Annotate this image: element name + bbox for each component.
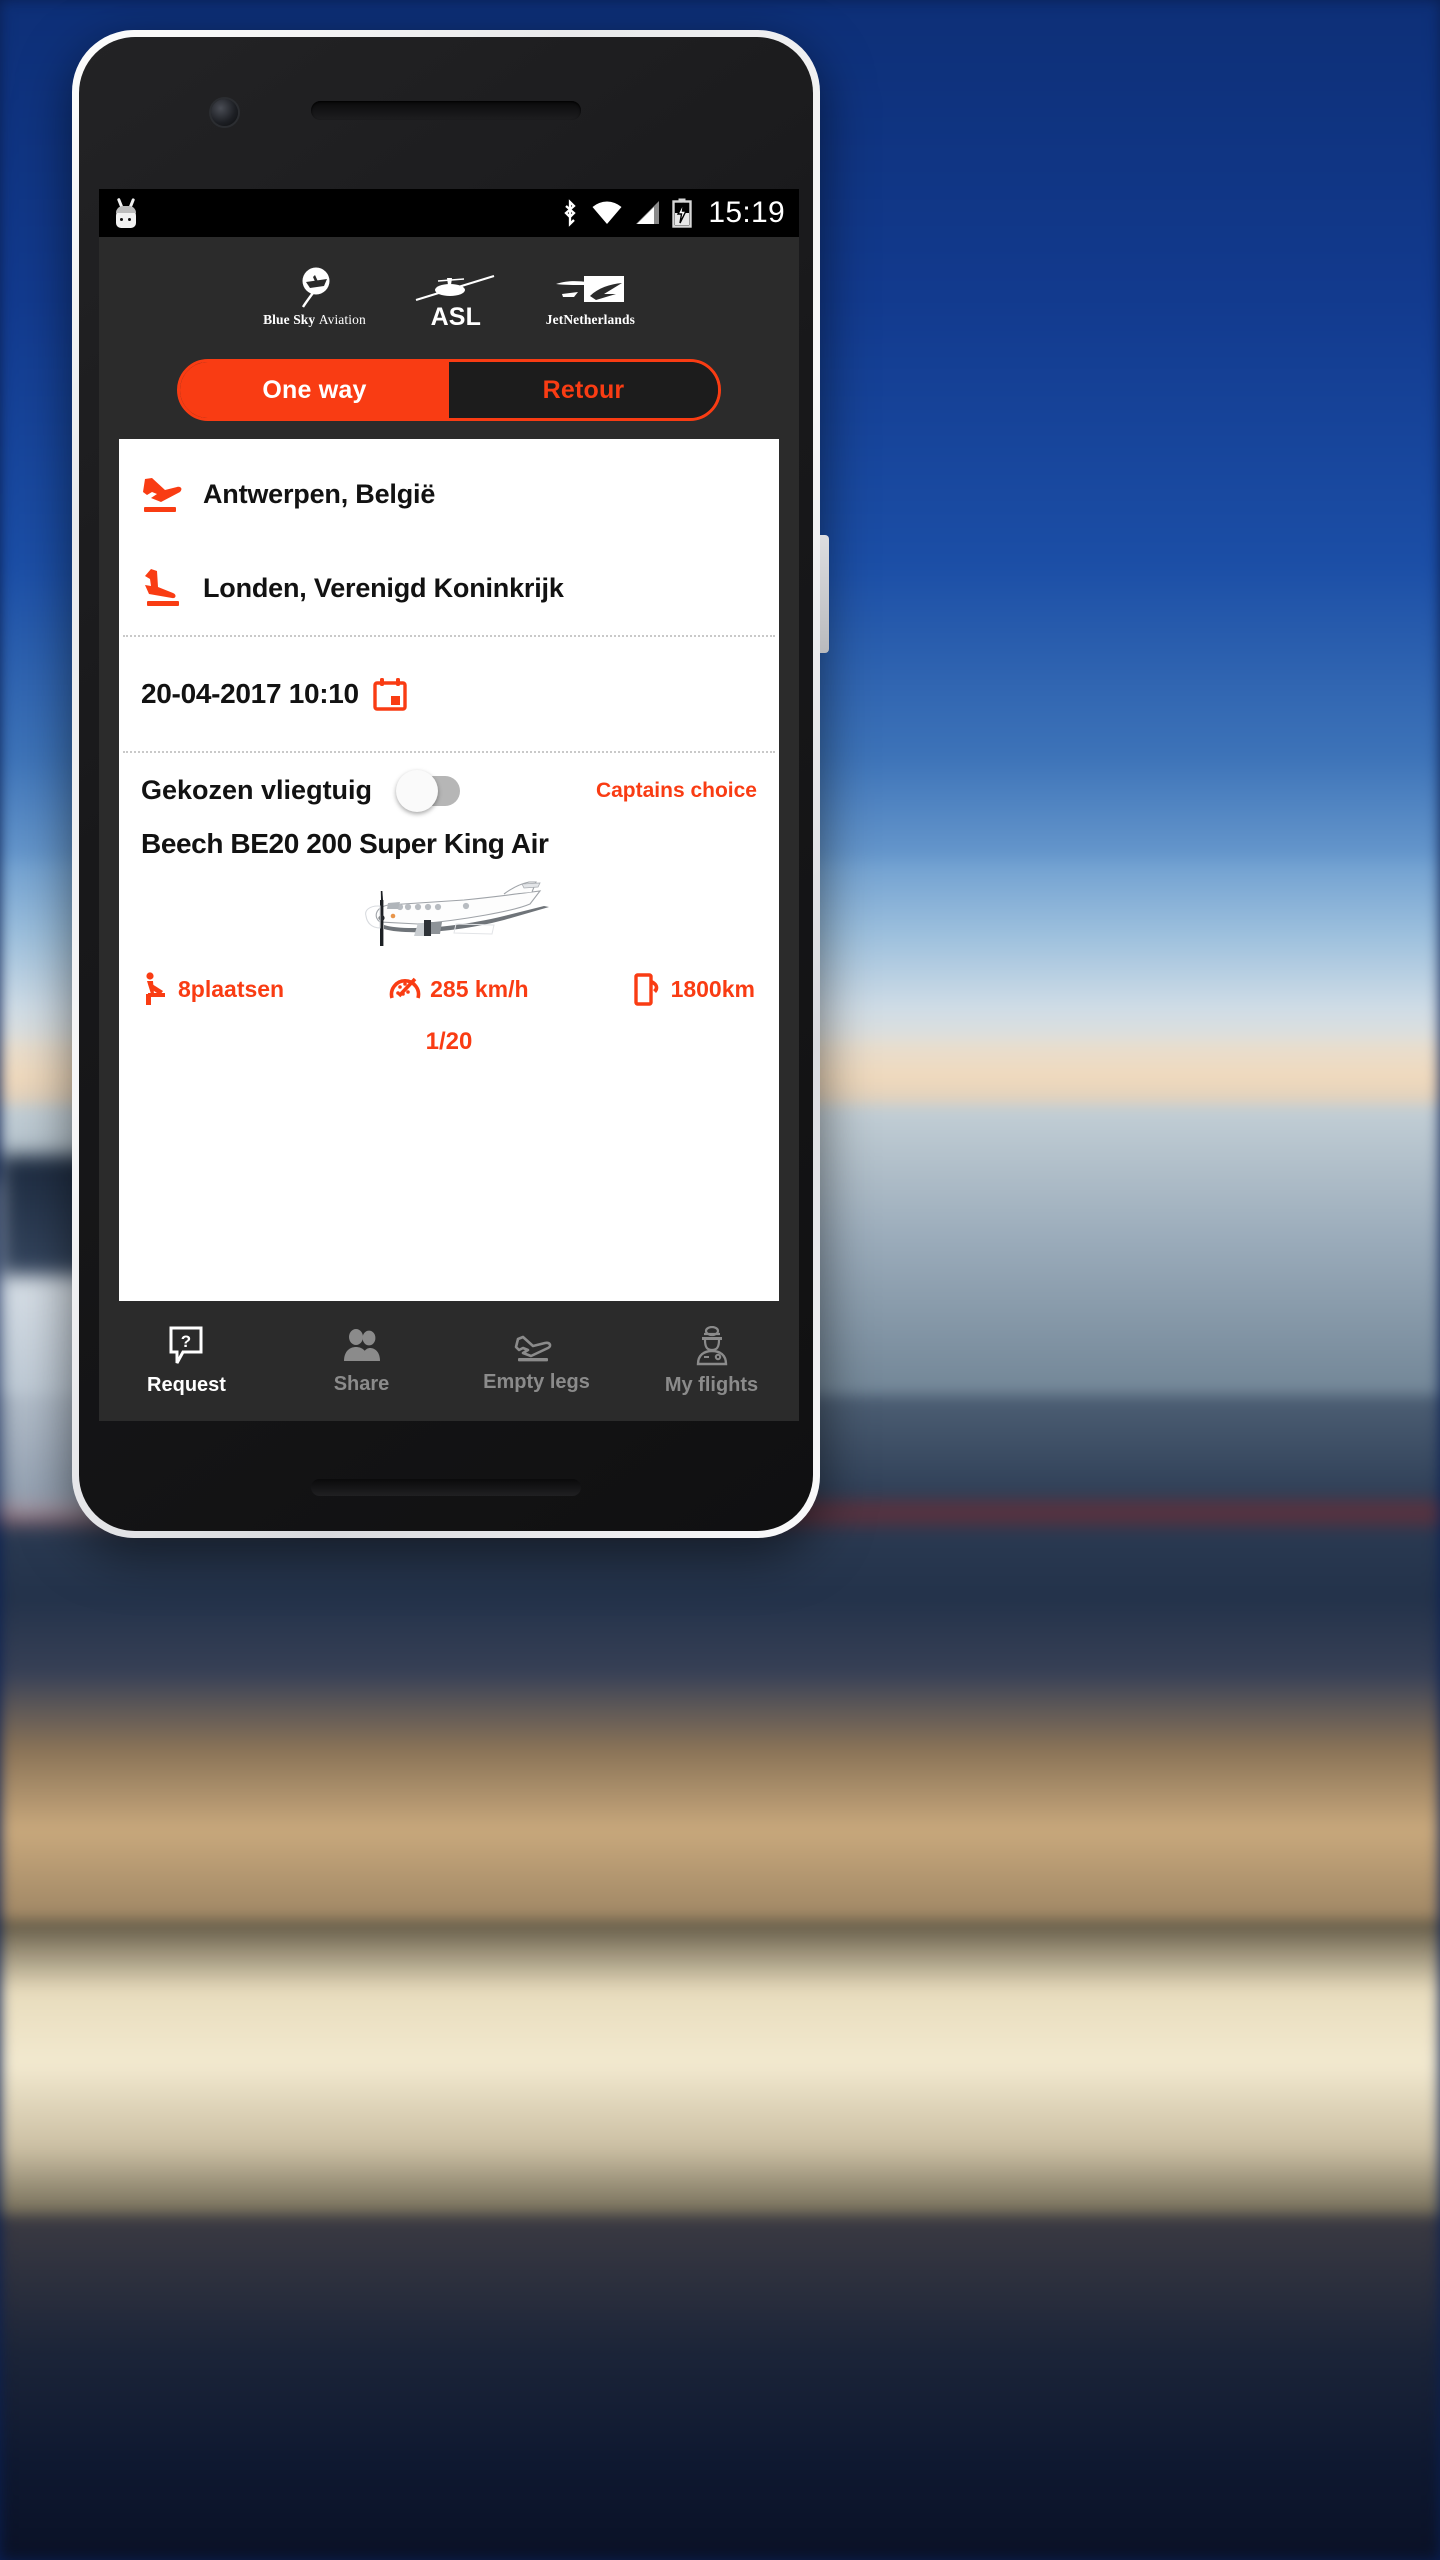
logo-label-jetnetherlands: JetNetherlands [545, 312, 635, 327]
status-clock: 15:19 [708, 196, 785, 229]
trip-type-segmented-control[interactable]: One way Retour [177, 359, 721, 421]
spec-speed: 285 km/h [389, 974, 529, 1004]
turboprop-side-view-icon [365, 881, 549, 946]
departure-value: Antwerpen, België [203, 478, 436, 509]
phone-device: 15:19 Blue Sky Aviation ASL JetNetherlan… [72, 30, 829, 1538]
plane-takeoff-icon [514, 1335, 551, 1361]
captains-choice-label: Captains choice [595, 778, 757, 802]
speedometer-icon [389, 977, 421, 999]
people-icon [343, 1328, 380, 1361]
captains-choice-toggle[interactable] [396, 769, 461, 812]
aircraft-name: Beech BE20 200 Super King Air [141, 828, 549, 859]
spec-range: 1800km [633, 972, 755, 1006]
range-icon [633, 973, 658, 1006]
asl-logo [415, 274, 495, 301]
aircraft-pager: 1/20 [425, 1028, 473, 1055]
wifi-icon [592, 201, 622, 224]
tab-one-way[interactable]: One way [180, 362, 449, 418]
landing-icon [145, 569, 179, 606]
question-bubble-icon: ? [169, 1326, 202, 1364]
chosen-aircraft-label: Gekozen vliegtuig [141, 775, 373, 805]
cell-signal-icon [636, 201, 660, 224]
svg-text:?: ? [180, 1332, 190, 1351]
pilot-icon [696, 1325, 727, 1365]
nav-label-empty-legs: Empty legs [483, 1370, 590, 1393]
date-value: 20-04-2017 10:10 [141, 678, 359, 709]
status-bar: 15:19 [99, 189, 799, 237]
tab-retour[interactable]: Retour [449, 362, 718, 418]
logo-label-asl: ASL [430, 302, 481, 331]
date-row[interactable]: 20-04-2017 10:10 [119, 637, 779, 751]
logo-label-main: Blue Sky [263, 312, 316, 327]
phone-screen: 15:19 Blue Sky Aviation ASL JetNetherlan… [99, 189, 799, 1421]
nav-item-request[interactable]: ? Request [99, 1301, 274, 1421]
earpiece-speaker [311, 101, 581, 120]
aircraft-specs: 8plaatsen 285 km/h 1800km [141, 972, 757, 1006]
logo-label-sub: Aviation [318, 312, 366, 327]
toggle-knob [396, 769, 439, 812]
bottom-navigation: ? Request Share Empty legs My flights [99, 1301, 799, 1421]
spec-seats: 8plaatsen [143, 972, 284, 1006]
jetnetherlands-logo [556, 276, 625, 302]
calendar-icon[interactable] [373, 677, 407, 711]
bluetooth-icon [564, 199, 577, 227]
logo-asl: ASL [414, 268, 498, 329]
spec-seats-value: 8plaatsen [178, 975, 285, 1002]
takeoff-icon [143, 478, 182, 512]
blue-sky-aviation-logo [302, 267, 330, 308]
nav-item-empty-legs[interactable]: Empty legs [449, 1301, 624, 1421]
booking-card: Antwerpen, België Londen, Verenigd Konin… [119, 439, 779, 1301]
seat-icon [146, 972, 165, 1005]
arrival-row[interactable]: Londen, Verenigd Koninkrijk [119, 555, 779, 621]
partner-logos: Blue Sky Aviation ASL JetNetherlands [99, 237, 799, 345]
battery-charging-icon [672, 198, 693, 228]
android-icon [113, 197, 139, 228]
nav-label-share: Share [333, 1372, 390, 1395]
bottom-speaker [311, 1479, 581, 1496]
nav-label-my-flights: My flights [664, 1373, 759, 1396]
logo-blue-sky-aviation: Blue Sky Aviation [263, 267, 366, 328]
front-camera [211, 99, 238, 126]
power-button[interactable] [820, 535, 829, 653]
spec-speed-value: 285 km/h [430, 975, 529, 1002]
nav-item-my-flights[interactable]: My flights [624, 1301, 799, 1421]
departure-row[interactable]: Antwerpen, België [119, 461, 779, 527]
arrival-value: Londen, Verenigd Koninkrijk [203, 572, 564, 603]
spec-range-value: 1800km [670, 975, 755, 1002]
nav-item-share[interactable]: Share [274, 1301, 449, 1421]
logo-jetnetherlands: JetNetherlands [546, 268, 635, 328]
nav-label-request: Request [147, 1373, 226, 1396]
aircraft-image [141, 868, 757, 960]
